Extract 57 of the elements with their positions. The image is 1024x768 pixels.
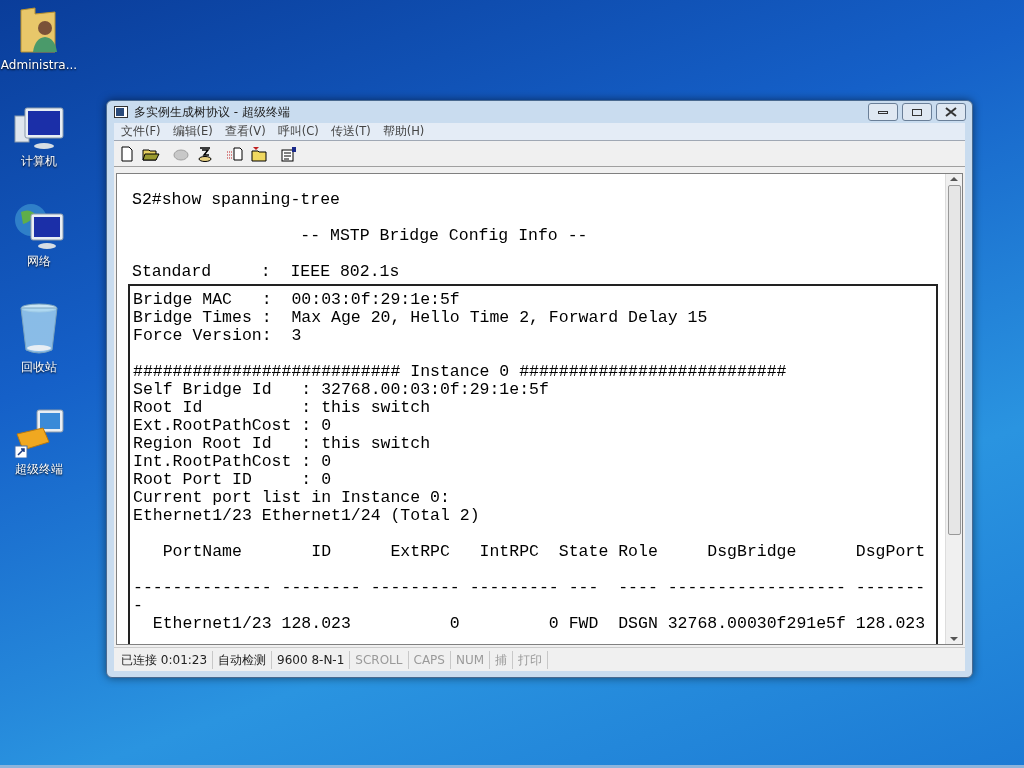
close-icon	[945, 107, 957, 117]
terminal-line: Region Root Id : this switch	[133, 435, 431, 453]
desktop-icon-label[interactable]: 回收站	[21, 360, 57, 374]
terminal-line: Standard : IEEE 802.1s	[132, 263, 400, 281]
terminal-line: Int.RootPathCost : 0	[133, 453, 332, 471]
menu-item[interactable]: 传送(T)	[325, 122, 376, 141]
terminal-line: Bridge MAC : 00:03:0f:29:1e:5f	[133, 291, 460, 309]
status-field: NUM	[450, 650, 491, 669]
status-field: CAPS	[408, 650, 451, 669]
phone-icon[interactable]	[196, 145, 214, 162]
terminal-line: Root Id : this switch	[133, 399, 431, 417]
terminal-line: Ext.RootPathCost : 0	[133, 417, 332, 435]
properties-icon[interactable]	[280, 145, 298, 162]
send-file-icon[interactable]	[226, 145, 244, 162]
terminal-line: -- MSTP Bridge Config Info --	[299, 227, 588, 245]
receive-folder-icon[interactable]	[250, 145, 268, 162]
desktop-icon-label[interactable]: 网络	[27, 254, 51, 268]
terminal-line: Root Port ID : 0	[133, 471, 332, 489]
terminal-line: S2#show spanning-tree	[132, 191, 340, 209]
terminal-line: Force Version: 3	[133, 327, 302, 345]
scroll-up-icon[interactable]	[950, 176, 958, 182]
status-field: 9600 8-N-1	[272, 650, 351, 669]
scrollbar[interactable]	[945, 174, 962, 644]
recycle-bin-icon	[19, 302, 59, 356]
window-title: 多实例生成树协议 - 超级终端	[134, 104, 290, 121]
app-icon	[114, 106, 128, 118]
computer-icon	[13, 106, 65, 150]
terminal-line: Ethernet1/23 128.023 0 0 FWD DSGN 32768.00030f291e5f 128.023	[151, 615, 926, 633]
desktop-icon-label[interactable]: 超级终端	[15, 462, 63, 476]
terminal-line: PortName ID ExtRPC IntRPC State Role DsgBridge DsgPort	[161, 543, 926, 561]
status-field: 已连接 0:01:23	[116, 650, 214, 669]
terminal-line: Bridge Times : Max Age 20, Hello Time 2, Forward Delay 15	[133, 309, 708, 327]
menu-item[interactable]: 文件(F)	[116, 122, 166, 141]
terminal-line: -------------- -------- --------- --------- --- ---- ------------------ -------	[133, 579, 926, 597]
status-field: 捕	[490, 650, 514, 669]
terminal-line: -	[133, 597, 143, 615]
status-field: SCROLL	[350, 650, 409, 669]
terminal-line: Current port list in Instance 0:	[133, 489, 450, 507]
close-button[interactable]	[936, 103, 966, 121]
menu-item[interactable]: 呼叫(C)	[272, 122, 324, 141]
menu-item[interactable]: 编辑(E)	[167, 122, 218, 141]
terminal-line: Self Bridge Id : 32768.00:03:0f:29:1e:5f	[133, 381, 549, 399]
terminal-line: Ethernet1/23 Ethernet1/24 (Total 2)	[133, 507, 480, 525]
status-field: 打印	[513, 650, 549, 669]
phone-computer-icon	[13, 408, 65, 458]
scroll-down-icon[interactable]	[950, 636, 958, 642]
new-file-icon[interactable]	[118, 145, 136, 162]
desktop-icon-label[interactable]: 计算机	[21, 154, 57, 168]
terminal-line: ########################### Instance 0 ###########################	[133, 363, 787, 381]
menu-item[interactable]: 查看(V)	[219, 122, 271, 141]
minimize-button[interactable]	[868, 103, 898, 121]
status-field: 自动检测	[213, 650, 273, 669]
desktop-icon-label[interactable]: Administra...	[0, 58, 78, 72]
maximize-button[interactable]	[902, 103, 932, 121]
network-icon	[13, 202, 65, 250]
scroll-thumb[interactable]	[947, 185, 961, 535]
menu-item[interactable]: 帮助(H)	[377, 122, 430, 141]
